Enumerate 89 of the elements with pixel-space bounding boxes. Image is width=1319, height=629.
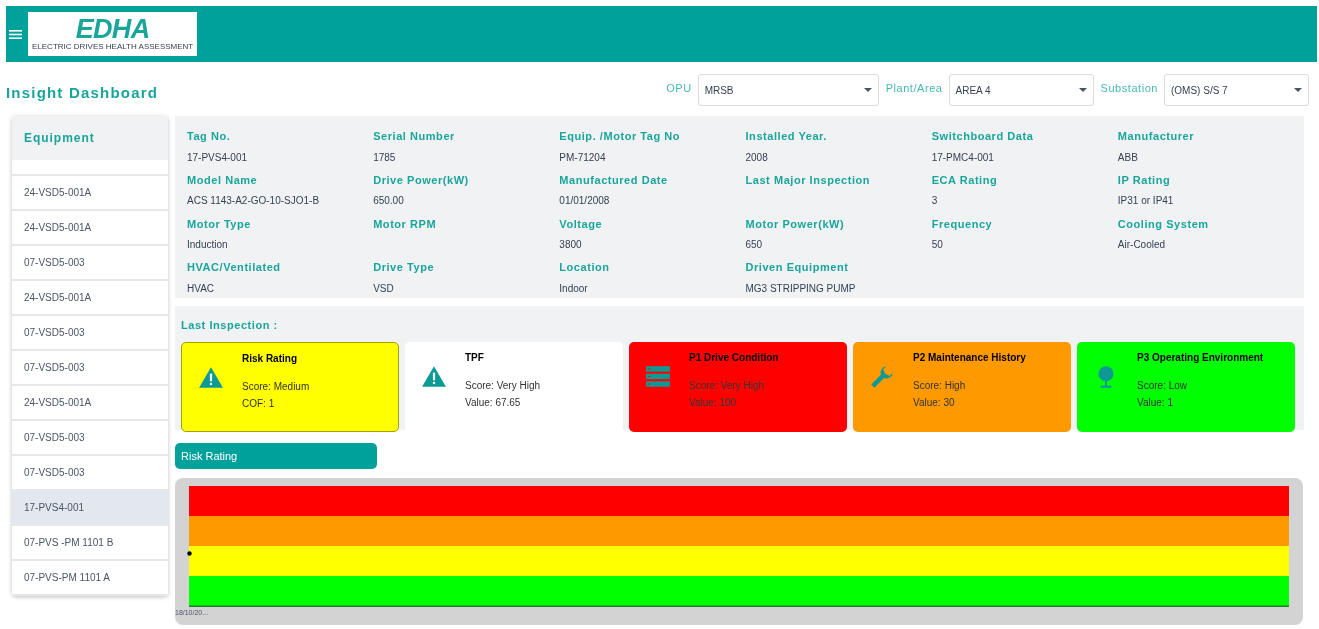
- field-label: ECA Rating: [931, 172, 999, 188]
- card-text: COF: 1: [242, 397, 276, 411]
- field-value: 650: [745, 238, 764, 252]
- card-title: P1 Drive Condition: [689, 351, 779, 365]
- logo-subtitle: ELECTRIC DRIVES HEALTH ASSESSMENT: [32, 42, 194, 52]
- field-label: Voltage: [559, 216, 604, 232]
- field-label: Manufactured Date: [559, 172, 669, 188]
- caret-icon: [1078, 88, 1087, 92]
- filter-label: Plant/Area: [885, 81, 943, 96]
- field-value: 01/01/2008: [559, 194, 611, 209]
- field-label: Serial Number: [373, 129, 456, 144]
- field-value: ABB: [1117, 150, 1139, 165]
- card-title: P3 Operating Environment: [1137, 351, 1264, 365]
- warning-icon: [421, 364, 447, 390]
- wrench-icon: [869, 364, 895, 390]
- field-label: Frequency: [931, 216, 994, 232]
- field-value: 1785: [373, 150, 397, 165]
- list-item[interactable]: 07-VSD5-003: [12, 351, 168, 386]
- field-value: PM-71204: [559, 150, 607, 165]
- section-heading: Last Inspection :: [181, 319, 278, 331]
- dropdown[interactable]: AREA 4: [948, 74, 1094, 106]
- field-value: 2008: [745, 150, 769, 165]
- logo-title: EDHA: [75, 16, 150, 42]
- card-title: Risk Rating: [242, 352, 298, 366]
- list-item[interactable]: 24-VSD5-001A: [12, 386, 168, 421]
- filter-label: OPU: [666, 81, 692, 96]
- card-text: Score: Very High: [689, 379, 766, 393]
- field-label: Last Major Inspection: [745, 172, 872, 188]
- field-label: Motor Power(kW): [745, 216, 846, 232]
- list-item[interactable]: 24-VSD5-001A: [12, 281, 168, 316]
- list-item[interactable]: 07-PVS -PM 1101 B: [12, 526, 168, 561]
- field-label: Motor Type: [187, 216, 252, 232]
- field-label: IP Rating: [1117, 172, 1172, 188]
- caret-icon: [1294, 88, 1302, 92]
- field-value: 17-PVS4-001: [187, 150, 249, 165]
- field-value: VSD: [373, 281, 395, 296]
- server-icon: [645, 364, 671, 390]
- list-item[interactable]: 07-VSD5-003: [12, 421, 168, 456]
- list-item[interactable]: 17-PVS4-001: [12, 491, 168, 526]
- dropdown[interactable]: MRSB: [697, 74, 879, 106]
- field-label: Drive Power(kW): [373, 172, 470, 188]
- dropdown[interactable]: (OMS) S/S 7: [1164, 74, 1309, 106]
- field-value: 3800: [559, 238, 583, 252]
- list-item[interactable]: 07-VSD5-003: [12, 456, 168, 491]
- card-text: Value: 1: [1137, 396, 1174, 410]
- field-value: Indoor: [559, 281, 589, 296]
- warning-icon: [198, 365, 224, 391]
- field-label: HVAC/Ventilated: [187, 260, 282, 276]
- menu-icon[interactable]: [9, 28, 22, 40]
- field-value: Air-Cooled: [1117, 238, 1167, 252]
- field-label: Cooling System: [1117, 216, 1210, 232]
- field-value: Induction: [187, 238, 229, 252]
- card-text: Value: 30: [913, 396, 956, 410]
- field-label: Installed Year.: [745, 129, 828, 144]
- field-value: MG3 STRIPPING PUMP: [745, 281, 857, 296]
- field-value: 17-PMC4-001: [931, 150, 995, 165]
- field-label: Driven Equipment: [745, 260, 850, 276]
- caret-icon: [863, 88, 872, 92]
- field-label: Manufacturer: [1117, 129, 1196, 144]
- field-value: 650.00: [373, 194, 405, 209]
- list-item[interactable]: 24-VSD5-001A: [12, 176, 168, 211]
- field-label: Drive Type: [373, 260, 436, 276]
- field-value: ACS 1143-A2-GO-10-SJO1-B: [187, 194, 321, 209]
- page-title: Insight Dashboard: [6, 83, 159, 103]
- list-item[interactable]: 24-VSD5-001A: [12, 211, 168, 246]
- field-label: Switchboard Data: [931, 129, 1035, 144]
- card-text: Value: 100: [689, 396, 738, 410]
- field-value: 3: [931, 194, 939, 209]
- list-item[interactable]: 07-VSD5-003: [12, 316, 168, 351]
- field-label: Motor RPM: [373, 216, 438, 232]
- card-title: P2 Maintenance History: [913, 351, 1026, 365]
- field-label: Model Name: [187, 172, 259, 188]
- card-text: Score: Medium: [242, 380, 310, 394]
- filter-label: Substation: [1100, 81, 1158, 96]
- equipment-heading: Equipment: [24, 130, 95, 148]
- field-label: Equip. /Motor Tag No: [559, 129, 682, 144]
- card-text: Score: Very High: [465, 379, 541, 393]
- field-label: Tag No.: [187, 129, 232, 144]
- list-item[interactable]: 07-VSD5-003: [12, 246, 168, 281]
- field-value: 50: [931, 238, 944, 252]
- field-value: HVAC: [187, 281, 216, 296]
- card-text: Score: Low: [1137, 379, 1189, 393]
- card-text: Score: High: [913, 379, 967, 393]
- list-item[interactable]: 07-PVS-PM 1101 A: [12, 561, 168, 596]
- field-label: Location: [559, 260, 611, 276]
- field-value: IP31 or IP41: [1117, 194, 1175, 209]
- card-title: TPF: [465, 351, 485, 365]
- data-point: [187, 551, 192, 556]
- card-text: Value: 67.65: [465, 396, 522, 410]
